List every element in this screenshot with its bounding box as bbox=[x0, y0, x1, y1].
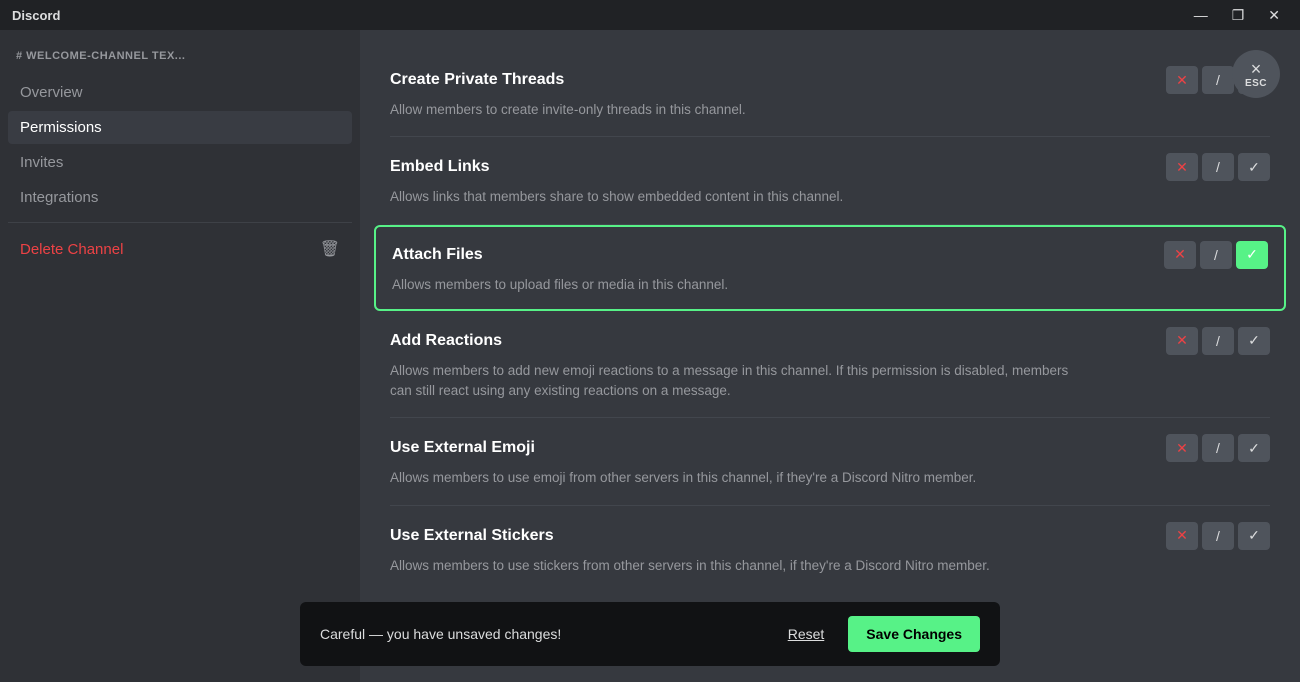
permission-title: Attach Files bbox=[392, 246, 483, 264]
perm-allow-btn-active[interactable]: ✓ bbox=[1236, 241, 1268, 269]
permission-header: Use External Stickers ✕ / ✓ bbox=[390, 522, 1270, 550]
perm-deny-btn[interactable]: ✕ bbox=[1166, 522, 1198, 550]
permission-row-embed-links: Embed Links ✕ / ✓ Allows links that memb… bbox=[390, 137, 1270, 224]
permission-row-create-private-threads: Create Private Threads ✕ / ✓ Allow membe… bbox=[390, 50, 1270, 137]
save-changes-button[interactable]: Save Changes bbox=[848, 616, 980, 652]
permission-row-add-reactions: Add Reactions ✕ / ✓ Allows members to ad… bbox=[390, 311, 1270, 419]
permission-title: Embed Links bbox=[390, 158, 490, 176]
permission-title: Use External Emoji bbox=[390, 439, 535, 457]
unsaved-warning-text: Careful — you have unsaved changes! bbox=[320, 626, 764, 642]
perm-neutral-btn[interactable]: / bbox=[1202, 66, 1234, 94]
window-controls: — ❐ ✕ bbox=[1186, 5, 1288, 26]
main-layout: # WELCOME-CHANNEL TEX... Overview Permis… bbox=[0, 30, 1300, 682]
perm-neutral-btn[interactable]: / bbox=[1202, 327, 1234, 355]
sidebar-item-invites[interactable]: Invites bbox=[8, 146, 352, 179]
esc-button[interactable]: × ESC bbox=[1232, 50, 1280, 98]
permission-title: Add Reactions bbox=[390, 332, 502, 350]
permission-row-use-external-stickers: Use External Stickers ✕ / ✓ Allows membe… bbox=[390, 506, 1270, 592]
perm-deny-btn[interactable]: ✕ bbox=[1166, 66, 1198, 94]
perm-deny-btn[interactable]: ✕ bbox=[1166, 327, 1198, 355]
delete-channel-label: Delete Channel bbox=[20, 241, 123, 258]
channel-name: # WELCOME-CHANNEL TEX... bbox=[8, 50, 352, 76]
esc-x-icon: × bbox=[1251, 60, 1262, 78]
permission-desc: Allows members to use emoji from other s… bbox=[390, 468, 1070, 488]
permission-row-use-external-emoji: Use External Emoji ✕ / ✓ Allows members … bbox=[390, 418, 1270, 505]
sidebar-item-integrations[interactable]: Integrations bbox=[8, 181, 352, 214]
main-content: × ESC Create Private Threads ✕ / ✓ Allow… bbox=[360, 30, 1300, 682]
permission-desc: Allows members to add new emoji reaction… bbox=[390, 361, 1070, 402]
permission-header: Embed Links ✕ / ✓ bbox=[390, 153, 1270, 181]
permission-header: Create Private Threads ✕ / ✓ bbox=[390, 66, 1270, 94]
perm-deny-btn[interactable]: ✕ bbox=[1164, 241, 1196, 269]
perm-neutral-btn[interactable]: / bbox=[1202, 522, 1234, 550]
sidebar-item-permissions[interactable]: Permissions bbox=[8, 111, 352, 144]
sidebar-divider bbox=[8, 222, 352, 223]
perm-deny-btn[interactable]: ✕ bbox=[1166, 434, 1198, 462]
permission-desc: Allow members to create invite-only thre… bbox=[390, 100, 1070, 120]
perm-toggles: ✕ / ✓ bbox=[1166, 522, 1270, 550]
sidebar-item-overview[interactable]: Overview bbox=[8, 76, 352, 109]
perm-toggles: ✕ / ✓ bbox=[1166, 153, 1270, 181]
sidebar-item-invites-label: Invites bbox=[20, 154, 63, 171]
permission-title: Create Private Threads bbox=[390, 71, 564, 89]
permission-header: Add Reactions ✕ / ✓ bbox=[390, 327, 1270, 355]
close-button[interactable]: ✕ bbox=[1260, 5, 1288, 26]
perm-deny-btn[interactable]: ✕ bbox=[1166, 153, 1198, 181]
permission-title: Use External Stickers bbox=[390, 527, 554, 545]
permission-desc: Allows members to use stickers from othe… bbox=[390, 556, 1070, 576]
unsaved-changes-bar: Careful — you have unsaved changes! Rese… bbox=[300, 602, 1000, 666]
permission-header: Use External Emoji ✕ / ✓ bbox=[390, 434, 1270, 462]
trash-icon: 🗑 bbox=[320, 239, 340, 259]
perm-toggles: ✕ / ✓ bbox=[1166, 434, 1270, 462]
perm-allow-btn[interactable]: ✓ bbox=[1238, 327, 1270, 355]
app-logo: Discord bbox=[12, 8, 1186, 23]
sidebar-item-integrations-label: Integrations bbox=[20, 189, 98, 206]
titlebar: Discord — ❐ ✕ bbox=[0, 0, 1300, 30]
reset-button[interactable]: Reset bbox=[788, 626, 825, 642]
permission-row-attach-files: Attach Files ✕ / ✓ Allows members to upl… bbox=[374, 225, 1286, 311]
permission-header: Attach Files ✕ / ✓ bbox=[392, 241, 1268, 269]
sidebar-item-delete-channel[interactable]: Delete Channel 🗑 bbox=[8, 231, 352, 267]
sidebar-item-overview-label: Overview bbox=[20, 84, 83, 101]
minimize-button[interactable]: — bbox=[1186, 5, 1216, 25]
perm-allow-btn[interactable]: ✓ bbox=[1238, 522, 1270, 550]
perm-toggles: ✕ / ✓ bbox=[1164, 241, 1268, 269]
perm-neutral-btn[interactable]: / bbox=[1202, 153, 1234, 181]
maximize-button[interactable]: ❐ bbox=[1224, 5, 1253, 26]
perm-toggles: ✕ / ✓ bbox=[1166, 327, 1270, 355]
sidebar-item-permissions-label: Permissions bbox=[20, 119, 102, 136]
esc-label: ESC bbox=[1245, 78, 1267, 89]
permission-desc: Allows members to upload files or media … bbox=[392, 275, 1072, 295]
perm-allow-btn[interactable]: ✓ bbox=[1238, 153, 1270, 181]
perm-neutral-btn[interactable]: / bbox=[1202, 434, 1234, 462]
permission-desc: Allows links that members share to show … bbox=[390, 187, 1070, 207]
sidebar: # WELCOME-CHANNEL TEX... Overview Permis… bbox=[0, 30, 360, 682]
perm-neutral-btn[interactable]: / bbox=[1200, 241, 1232, 269]
perm-allow-btn[interactable]: ✓ bbox=[1238, 434, 1270, 462]
